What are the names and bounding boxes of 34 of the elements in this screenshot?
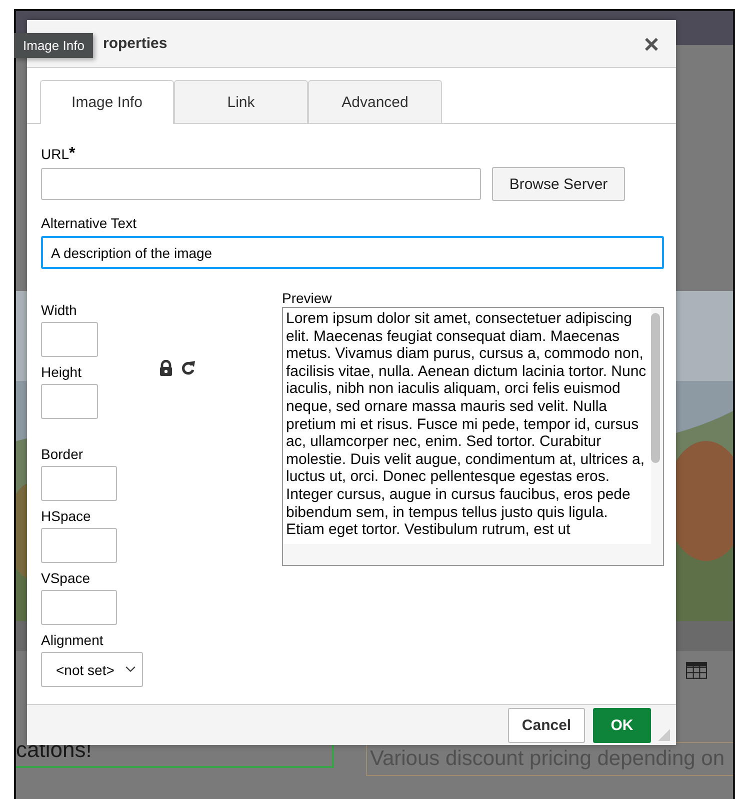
size-field[interactable] — [41, 384, 98, 419]
scrollbar[interactable] — [651, 313, 660, 463]
ok-button[interactable]: OK — [593, 708, 651, 742]
spacing-field[interactable] — [41, 590, 117, 625]
spacing-field[interactable] — [41, 528, 117, 563]
preview-label: Preview — [282, 290, 333, 306]
resize-grip-icon[interactable] — [658, 729, 670, 741]
required-mark: * — [69, 146, 76, 162]
alternative-text-field[interactable]: A description of the image — [41, 236, 664, 269]
field-label: Alternative Text — [41, 215, 136, 231]
field-label: Border — [41, 446, 84, 462]
lock-icon[interactable] — [159, 360, 173, 376]
field-label: Height — [41, 364, 82, 380]
table-icon[interactable] — [686, 662, 707, 679]
browse-server-button[interactable]: Browse Server — [492, 167, 625, 201]
cancel-button[interactable]: Cancel — [508, 708, 585, 742]
dialog-title: roperties — [103, 35, 168, 52]
field-label: URL — [41, 146, 70, 162]
field-label: Alignment — [41, 632, 104, 648]
tab[interactable]: Link — [174, 80, 308, 123]
url-field[interactable] — [41, 168, 481, 200]
field-label: HSpace — [41, 508, 92, 524]
reset-icon[interactable] — [181, 360, 195, 376]
close-icon[interactable]: × — [644, 30, 659, 56]
alignment-select[interactable]: <not set> — [41, 652, 143, 687]
field-label: VSpace — [41, 570, 92, 586]
field-label: Width — [41, 302, 78, 318]
spacing-field[interactable] — [41, 466, 117, 501]
tab[interactable]: Advanced — [308, 80, 442, 123]
tooltip: Image Info — [14, 33, 94, 58]
tab[interactable]: Image Info — [40, 80, 174, 124]
chevron-down-icon — [125, 666, 136, 673]
preview-text: Lorem ipsum dolor sit amet, consectetuer adipiscing elit. Maecenas feugiat consequat diam. Maecenas metus. Vivamus diam purus, cursus a, commodo non, facilisis vitae, nulla. Aenean dictum lacinia tortor. Nunc iaculis, nibh non iaculis aliquam, orci felis euismod neque, sed ornare massa mauris sed velit. Nulla pretium mi et risus. Fusce mi pede, tempor id, cursus ac, ullamcorper nec, enim. Sed tortor. Curabitur molestie. Duis velit augue, condimentum at, ultrices a, luctus ut, orci. Donec pellentesque egestas eros. Integer cursus, augue in cursus faucibus, eros pede bibendum sem, in tempus tellus justo quis ligula. Etiam eget tortor. Vestibulum rutrum, est ut — [283, 308, 651, 544]
size-field[interactable] — [41, 322, 98, 357]
